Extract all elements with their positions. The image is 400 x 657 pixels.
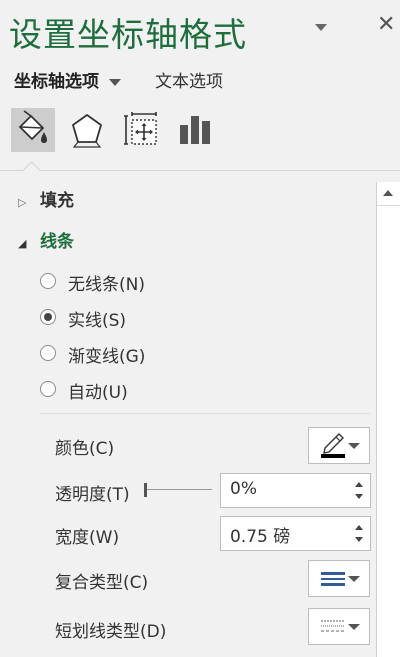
radio-label: 实线(S) bbox=[68, 311, 127, 331]
scroll-thumb[interactable] bbox=[379, 212, 398, 612]
close-icon[interactable]: ✕ bbox=[377, 14, 395, 36]
chevron-down-icon bbox=[348, 443, 360, 449]
fill-section-header[interactable]: ▷ 填充 bbox=[18, 186, 74, 211]
axis-options-chart-icon bbox=[180, 116, 210, 144]
width-value[interactable]: 0.75 磅 bbox=[230, 522, 290, 547]
collapse-down-icon: ◢ bbox=[18, 237, 27, 250]
slider-track bbox=[146, 489, 212, 490]
compound-type-dropdown[interactable] bbox=[308, 560, 370, 597]
line-color-dropdown[interactable] bbox=[308, 427, 370, 464]
expand-right-icon: ▷ bbox=[18, 196, 27, 209]
radio-label: 自动(U) bbox=[68, 383, 128, 403]
radio-button[interactable] bbox=[40, 381, 56, 397]
slider-thumb[interactable] bbox=[144, 483, 147, 497]
radio-label: 渐变线(G) bbox=[68, 347, 146, 367]
transparency-label: 透明度(T) bbox=[55, 485, 130, 505]
chevron-down-icon bbox=[348, 624, 360, 630]
tab-axis-options[interactable]: 坐标轴选项 bbox=[14, 67, 121, 92]
spin-down-icon[interactable] bbox=[355, 494, 363, 499]
radio-button[interactable] bbox=[40, 345, 56, 361]
effects-pentagon-icon bbox=[72, 114, 102, 148]
spin-up-icon[interactable] bbox=[355, 525, 363, 530]
fill-line-icon bbox=[19, 110, 47, 143]
tab-text-options[interactable]: 文本选项 bbox=[155, 67, 223, 92]
transparency-value[interactable]: 0% bbox=[230, 479, 257, 499]
fill-line-button[interactable] bbox=[11, 108, 55, 152]
category-icon-bar bbox=[11, 108, 391, 154]
radio-button[interactable] bbox=[40, 273, 56, 289]
scroll-up-icon[interactable] bbox=[377, 182, 400, 206]
separator bbox=[40, 413, 370, 414]
fill-section-label: 填充 bbox=[40, 191, 74, 211]
color-label: 颜色(C) bbox=[55, 439, 115, 459]
axis-options-chart-button[interactable] bbox=[173, 108, 217, 152]
active-category-pointer bbox=[22, 161, 41, 180]
transparency-slider[interactable] bbox=[143, 482, 213, 498]
caret-down-icon[interactable] bbox=[315, 24, 327, 31]
dash-type-label: 短划线类型(D) bbox=[55, 622, 167, 642]
transparency-spinner[interactable]: 0% bbox=[220, 473, 371, 508]
pane-title: 设置坐标轴格式 bbox=[9, 15, 247, 54]
effects-button[interactable] bbox=[65, 108, 109, 152]
tab-axis-options-label: 坐标轴选项 bbox=[14, 72, 99, 92]
width-spinner[interactable]: 0.75 磅 bbox=[220, 516, 371, 551]
size-properties-button[interactable] bbox=[119, 108, 163, 152]
line-section-header[interactable]: ◢ 线条 bbox=[18, 227, 74, 252]
dash-type-dropdown[interactable] bbox=[308, 608, 370, 645]
radio-label: 无线条(N) bbox=[68, 275, 145, 295]
spin-down-icon[interactable] bbox=[355, 537, 363, 542]
size-properties-icon bbox=[124, 112, 157, 145]
chevron-down-icon[interactable] bbox=[109, 78, 121, 86]
vertical-scrollbar[interactable] bbox=[376, 182, 400, 657]
radio-button[interactable] bbox=[40, 309, 56, 325]
width-label: 宽度(W) bbox=[55, 528, 120, 548]
compound-type-label: 复合类型(C) bbox=[55, 573, 149, 593]
spin-up-icon[interactable] bbox=[355, 482, 363, 487]
divider bbox=[0, 170, 400, 171]
chevron-down-icon bbox=[348, 576, 360, 582]
line-section-label: 线条 bbox=[40, 232, 74, 252]
